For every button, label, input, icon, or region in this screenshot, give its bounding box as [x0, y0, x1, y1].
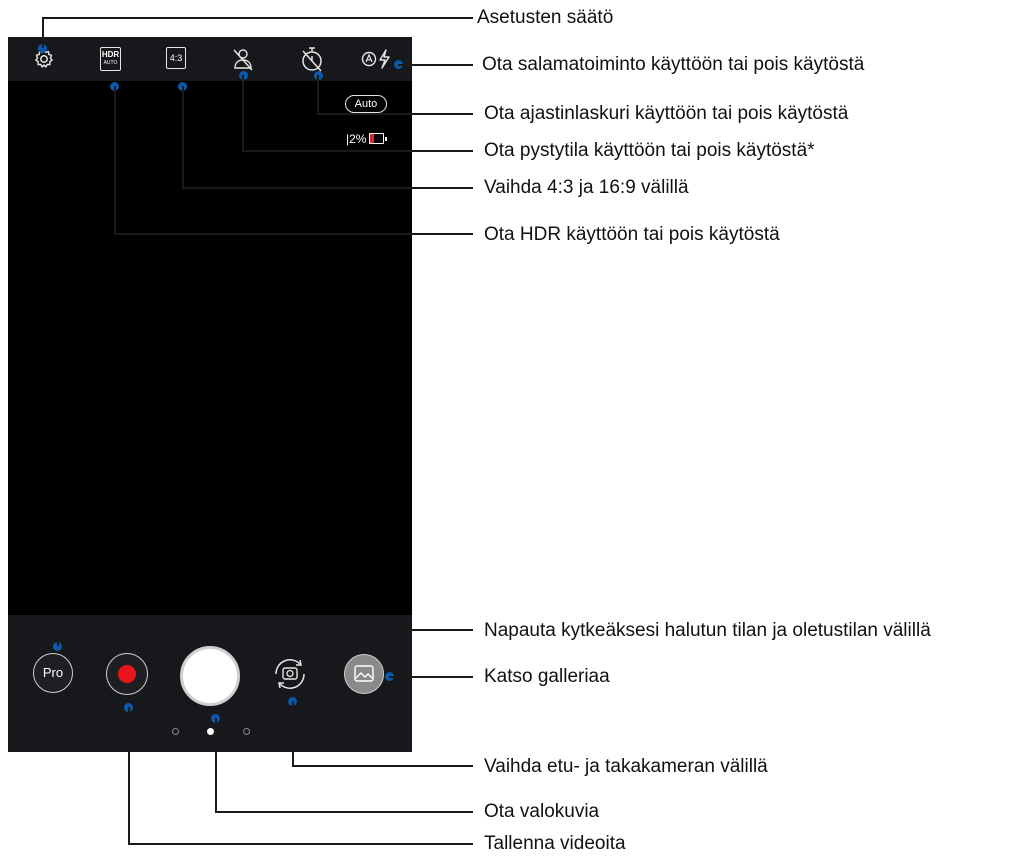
gallery-button[interactable] [344, 654, 384, 694]
callout-line [114, 86, 116, 235]
callout-line [317, 113, 473, 115]
pro-mode-button[interactable]: Pro [33, 653, 73, 693]
camera-top-bar: HDR AUTO 4:3 [8, 37, 412, 81]
callout-switch-camera: Vaihda etu- ja takakameran välillä [484, 756, 768, 777]
flash-auto-icon[interactable] [361, 48, 393, 70]
portrait-off-icon[interactable] [230, 46, 256, 72]
shutter-button[interactable] [180, 646, 240, 706]
pro-mode-label: Pro [42, 665, 64, 680]
callout-line [292, 701, 294, 767]
switch-camera-icon[interactable] [270, 656, 310, 692]
callout-line [42, 17, 44, 48]
callout-line [182, 187, 473, 189]
callout-line [292, 765, 473, 767]
image-icon [354, 665, 374, 682]
hdr-auto-text: AUTO [103, 60, 118, 66]
callout-line [389, 676, 473, 678]
callout-line [215, 811, 473, 813]
aspect-ratio-text: 4:3 [169, 53, 183, 63]
callout-gallery: Katso galleriaa [484, 666, 610, 687]
callout-line [242, 150, 473, 152]
callout-hdr: Ota HDR käyttöön tai pois käytöstä [484, 224, 780, 245]
callout-portrait: Ota pystytila käyttöön tai pois käytöstä… [484, 140, 815, 161]
callout-line [42, 17, 473, 19]
callout-line [128, 707, 130, 845]
flash-mode-indicator: Auto [345, 95, 387, 113]
callout-line [182, 86, 184, 189]
callout-photo: Ota valokuvia [484, 801, 600, 822]
mode-dot-2[interactable] [207, 728, 214, 735]
hdr-auto-icon[interactable]: HDR AUTO [100, 47, 121, 71]
callout-line [114, 233, 473, 235]
aspect-ratio-icon[interactable]: 4:3 [166, 47, 186, 69]
hdr-text: HDR [101, 50, 120, 59]
callout-pro: Napauta kytkeäksesi halutun tilan ja ole… [484, 620, 931, 641]
callout-settings: Asetusten säätö [477, 7, 614, 28]
callout-timer: Ota ajastinlaskuri käyttöön tai pois käy… [484, 103, 849, 124]
callout-line [57, 629, 473, 631]
record-video-button[interactable] [106, 653, 148, 695]
callout-line [57, 629, 59, 646]
mode-dot-3[interactable] [243, 728, 250, 735]
callout-line [128, 843, 473, 845]
camera-screen: HDR AUTO 4:3 Auto |2% Pro [8, 37, 412, 752]
callout-aspect: Vaihda 4:3 ja 16:9 välillä [484, 177, 689, 198]
callout-line [317, 75, 319, 115]
callout-video: Tallenna videoita [484, 833, 626, 854]
callout-line [215, 718, 217, 813]
callout-flash: Ota salamatoiminto käyttöön tai pois käy… [482, 54, 865, 75]
callout-line [242, 75, 244, 152]
timer-off-icon[interactable] [300, 45, 324, 73]
battery-level: |2% [346, 132, 367, 146]
callout-line [398, 64, 473, 66]
mode-dot-1[interactable] [172, 728, 179, 735]
battery-icon [369, 133, 387, 144]
